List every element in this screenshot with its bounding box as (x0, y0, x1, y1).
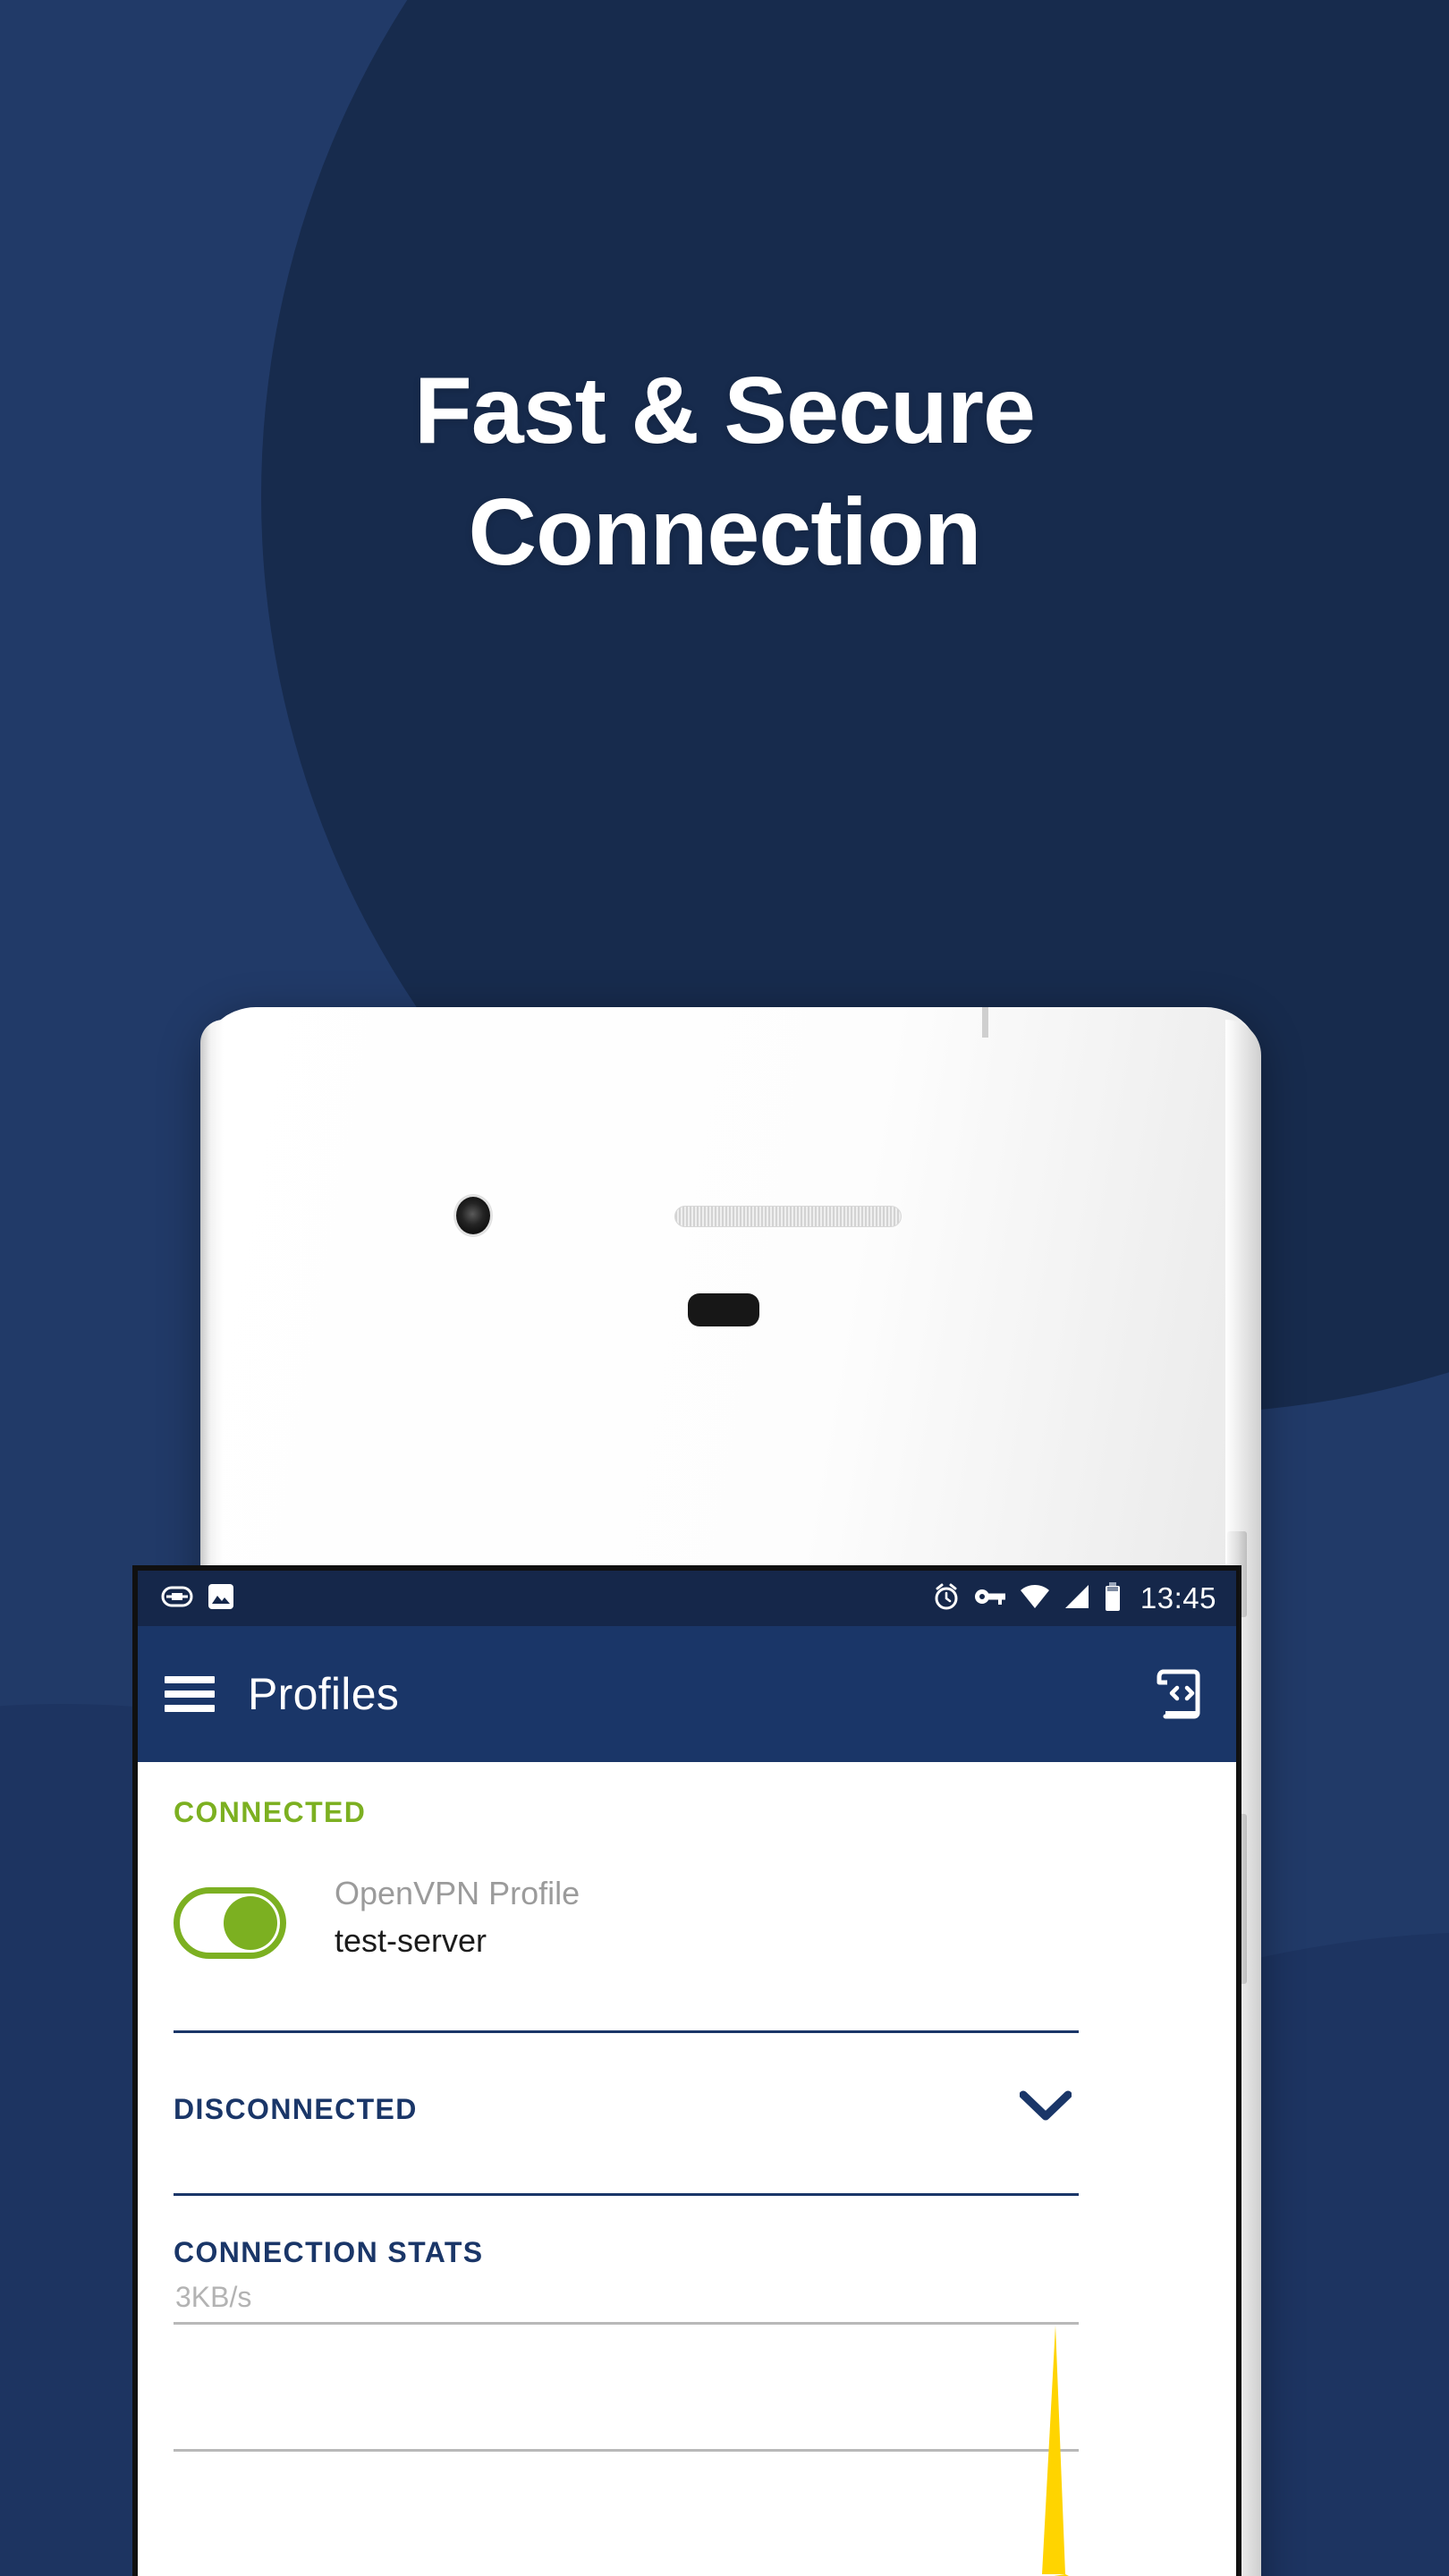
alarm-clock-icon (932, 1582, 961, 1615)
page-title: Profiles (248, 1669, 400, 1719)
battery-icon (1104, 1581, 1122, 1615)
profile-text-group: OpenVPN Profile test-server (335, 1873, 580, 1962)
profile-type-label: OpenVPN Profile (335, 1875, 580, 1911)
vpn-connection-toggle[interactable] (174, 1887, 286, 1959)
chart-y-axis-top-label: 3KB/s (175, 2281, 252, 2313)
section-header-connected: CONNECTED (174, 1796, 367, 1828)
proximity-sensor-icon (688, 1293, 759, 1326)
phone-screen: 13:45 Profiles CONNECTED OpenVPN Profile… (138, 1571, 1236, 2576)
import-profile-icon[interactable] (1152, 1665, 1206, 1723)
section-header-disconnected-row[interactable]: DISCONNECTED (174, 2082, 1079, 2152)
phone-mockup: 13:45 Profiles CONNECTED OpenVPN Profile… (132, 1007, 1279, 2576)
usb-debugging-icon (161, 1584, 193, 1614)
wifi-icon (1020, 1584, 1050, 1614)
front-camera-icon (456, 1197, 490, 1234)
section-header-disconnected: DISCONNECTED (174, 2093, 418, 2125)
headline-line-1: Fast & Secure (414, 358, 1036, 463)
screenshot-image-icon (208, 1583, 234, 1614)
hero-headline: Fast & Secure Connection (0, 351, 1449, 593)
status-bar-right-icons: 13:45 (932, 1581, 1216, 1615)
status-bar: 13:45 (138, 1571, 1236, 1626)
profiles-content: CONNECTED OpenVPN Profile test-server DI… (138, 1762, 1236, 2576)
app-bar: Profiles (138, 1626, 1236, 1762)
connected-profile-row[interactable]: OpenVPN Profile test-server (174, 1873, 1068, 1973)
profile-name-label: test-server (335, 1922, 487, 1959)
divider-after-disconnected (174, 2193, 1079, 2196)
chart-gridline-top (174, 2322, 1079, 2325)
connection-stats-chart: 3KB/s 0B/s (174, 2281, 1079, 2576)
phone-antenna-line (982, 1007, 988, 1038)
vpn-key-icon (974, 1587, 1006, 1611)
chart-throughput-spike (1032, 2326, 1079, 2576)
cellular-signal-icon (1063, 1584, 1090, 1614)
chart-gridline-mid (174, 2449, 1079, 2452)
status-bar-clock: 13:45 (1140, 1581, 1216, 1614)
section-header-connection-stats: CONNECTION STATS (174, 2236, 484, 2268)
toggle-knob (224, 1896, 277, 1950)
hamburger-menu-icon[interactable] (165, 1676, 215, 1712)
status-bar-left-icons (161, 1583, 234, 1614)
earpiece-speaker-icon (674, 1206, 902, 1227)
divider-after-connected (174, 2030, 1079, 2033)
headline-line-2: Connection (468, 479, 982, 585)
chevron-down-icon[interactable] (1019, 2089, 1072, 2126)
